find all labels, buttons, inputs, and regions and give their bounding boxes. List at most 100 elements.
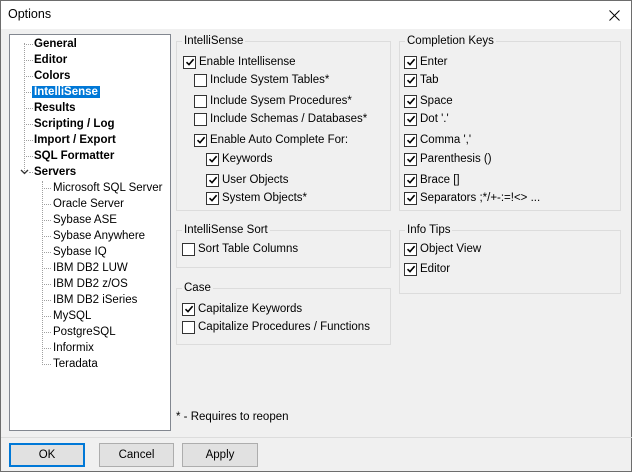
brace-key-checkbox[interactable]: Brace [] [404,172,460,188]
options-tree[interactable]: General Editor Colors IntelliSense Resul… [9,34,171,431]
checkbox[interactable] [194,133,207,147]
ok-button[interactable]: OK [9,443,85,467]
tree-item-colors[interactable]: Colors [34,69,70,84]
tree-item-server[interactable]: IBM DB2 iSeries [53,293,137,308]
checkmark-icon [184,305,193,313]
tree-item-server[interactable]: Sybase IQ [53,245,107,260]
separators-key-checkbox[interactable]: Separators ;*/+-:=!<> ... [404,190,540,206]
tree-item-label: Sybase IQ [53,246,107,258]
tree-item-import-export[interactable]: Import / Export [34,133,116,148]
checkbox[interactable] [404,94,417,108]
checkbox[interactable] [404,152,417,166]
tree-item-server[interactable]: Teradata [53,357,98,372]
tree-item-server[interactable]: MySQL [53,309,91,324]
object-view-tips-checkbox[interactable]: Object View [404,241,481,257]
tab-key-checkbox[interactable]: Tab [404,72,439,88]
servers-expander[interactable] [19,167,29,177]
include-schemas-checkbox[interactable]: Include Schemas / Databases* [194,111,367,127]
checkbox[interactable] [182,320,195,334]
checkmark-icon [208,155,217,163]
intellisense-sort-group: IntelliSense Sort Sort Table Columns [176,224,391,268]
group-title: IntelliSense Sort [182,224,270,237]
space-key-checkbox[interactable]: Space [404,93,453,109]
tree-item-label: Scripting / Log [34,118,115,130]
editor-tips-checkbox[interactable]: Editor [404,261,450,277]
checkbox[interactable] [404,262,417,276]
checkbox[interactable] [404,173,417,187]
tree-item-server[interactable]: Oracle Server [53,197,124,212]
checkbox[interactable] [404,73,417,87]
checkbox[interactable] [404,55,417,69]
checkbox[interactable] [206,152,219,166]
tree-item-results[interactable]: Results [34,101,76,116]
checkbox[interactable] [404,242,417,256]
checkbox-label: Include Schemas / Databases* [210,113,368,125]
checkbox[interactable] [194,94,207,108]
tree-item-server[interactable]: IBM DB2 LUW [53,261,128,276]
parenthesis-key-checkbox[interactable]: Parenthesis () [404,151,492,167]
checkbox[interactable] [183,55,196,69]
sort-table-columns-checkbox[interactable]: Sort Table Columns [182,241,298,257]
checkmark-icon [406,155,415,163]
include-system-procedures-checkbox[interactable]: Include Sysem Procedures* [194,93,352,109]
include-system-tables-checkbox[interactable]: Include System Tables* [194,72,329,88]
checkbox[interactable] [182,302,195,316]
tree-item-label: Colors [34,70,71,82]
chevron-down-icon [20,169,28,175]
tree-item-scripting-log[interactable]: Scripting / Log [34,117,115,132]
capitalize-procedures-checkbox[interactable]: Capitalize Procedures / Functions [182,319,370,335]
checkbox[interactable] [404,112,417,126]
system-objects-checkbox[interactable]: System Objects* [206,190,307,206]
close-button[interactable] [597,1,631,29]
checkbox[interactable] [194,73,207,87]
tree-line [42,252,51,253]
enable-auto-complete-checkbox[interactable]: Enable Auto Complete For: [194,132,348,148]
tree-item-server[interactable]: Informix [53,341,94,356]
checkmark-icon [406,265,415,273]
cancel-button[interactable]: Cancel [99,443,174,467]
tree-item-general[interactable]: General [34,37,77,52]
tree-item-label: Teradata [53,358,98,370]
checkmark-icon [208,176,217,184]
tree-item-server[interactable]: IBM DB2 z/OS [53,277,128,292]
enable-intellisense-checkbox[interactable]: Enable Intellisense [183,54,296,70]
tree-line [42,348,51,349]
enter-key-checkbox[interactable]: Enter [404,54,448,70]
case-group: Case Capitalize Keywords Capitalize Proc… [176,282,391,345]
tree-item-server[interactable]: Sybase Anywhere [53,229,145,244]
tree-item-server[interactable]: Sybase ASE [53,213,117,228]
tree-item-sql-formatter[interactable]: SQL Formatter [34,149,114,164]
checkbox[interactable] [182,242,195,256]
checkbox[interactable] [206,191,219,205]
capitalize-keywords-checkbox[interactable]: Capitalize Keywords [182,301,302,317]
tree-item-server[interactable]: Microsoft SQL Server [53,181,163,196]
checkbox[interactable] [404,133,417,147]
dot-key-checkbox[interactable]: Dot '.' [404,111,449,127]
tree-item-intellisense[interactable]: IntelliSense [32,85,100,100]
tree-item-server[interactable]: PostgreSQL [53,325,116,340]
checkbox[interactable] [206,173,219,187]
tree-item-editor[interactable]: Editor [34,53,67,68]
checkmark-icon [406,58,415,66]
apply-button[interactable]: Apply [182,443,258,467]
checkmark-icon [406,194,415,202]
checkbox-label: Space [420,95,453,107]
user-objects-checkbox[interactable]: User Objects [206,172,288,188]
checkbox[interactable] [404,191,417,205]
tree-item-label: MySQL [53,310,92,322]
tree-line [42,284,51,285]
keywords-checkbox[interactable]: Keywords [206,151,273,167]
checkbox[interactable] [194,112,207,126]
checkbox-label: Keywords [222,153,273,165]
checkbox-label: Capitalize Procedures / Functions [198,321,370,333]
comma-key-checkbox[interactable]: Comma ',' [404,132,471,148]
tree-line [42,220,51,221]
group-title: Info Tips [405,224,453,237]
requires-reopen-note: * - Requires to reopen [176,411,289,423]
tree-item-label: Import / Export [34,134,116,146]
tree-item-label: IBM DB2 LUW [53,262,128,274]
tree-item-label: Microsoft SQL Server [53,182,163,194]
tree-item-servers[interactable]: Servers [34,165,76,180]
tree-item-label: Results [34,102,76,114]
checkbox-label: Enable Auto Complete For: [210,134,349,146]
